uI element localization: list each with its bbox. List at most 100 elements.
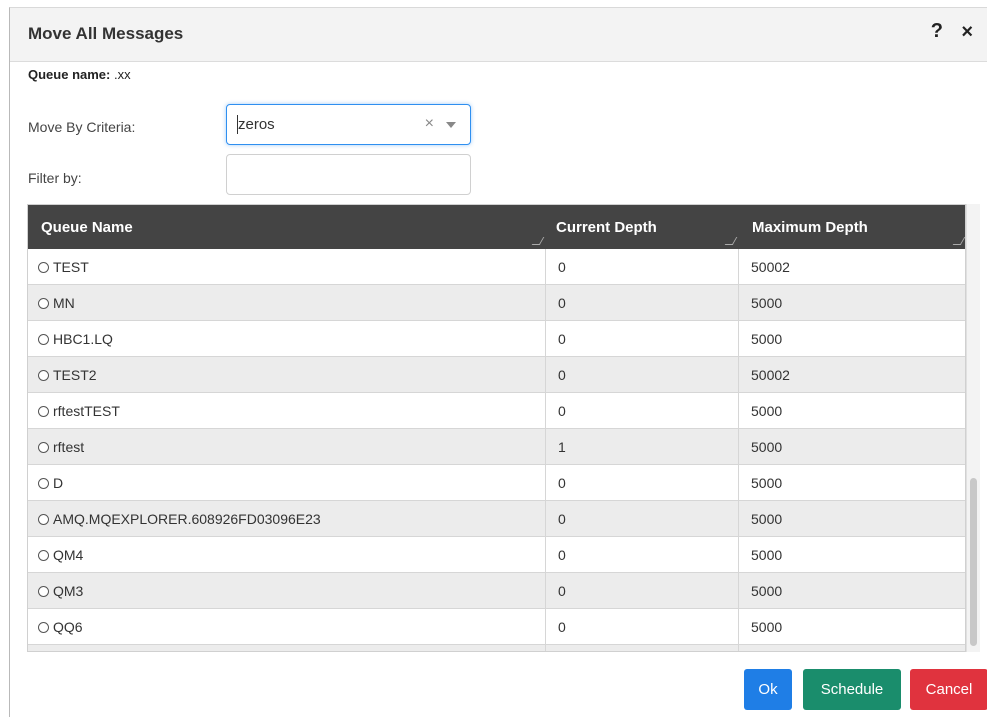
table-row[interactable]: QM4 0 5000 — [28, 537, 965, 573]
cell-current-depth: 0 — [546, 537, 739, 573]
table-row[interactable]: rftest 1 5000 — [28, 429, 965, 465]
close-icon[interactable]: × — [961, 22, 973, 42]
scrollbar-thumb[interactable] — [970, 478, 977, 646]
queue-name-text: AMQ.MQEXPLORER.608926FD03096E23 — [53, 511, 321, 527]
column-title: Queue Name — [41, 219, 133, 236]
cell-queue-name: MN — [28, 285, 546, 321]
cell-maximum-depth: 50002 — [751, 367, 790, 383]
table-row[interactable]: HBC1.LQ 0 5000 — [28, 321, 965, 357]
cell-queue-name — [28, 645, 546, 651]
criteria-value[interactable]: zeros — [238, 116, 275, 133]
dialog-title: Move All Messages — [28, 24, 184, 43]
column-title: Maximum Depth — [752, 219, 868, 236]
cell-queue-name: D — [28, 465, 546, 501]
radio-icon[interactable] — [38, 586, 49, 597]
criteria-combobox[interactable]: zeros × — [226, 104, 471, 145]
cell-current-depth: 0 — [546, 285, 739, 321]
table-row[interactable]: TEST2 0 50002 — [28, 357, 965, 393]
column-title: Current Depth — [556, 219, 657, 236]
radio-icon[interactable] — [38, 406, 49, 417]
column-header-maximum-depth[interactable]: Maximum Depth — [739, 205, 965, 249]
cell-queue-name: QM4 — [28, 537, 546, 573]
radio-icon[interactable] — [38, 514, 49, 525]
queue-name-text: HBC1.LQ — [53, 331, 113, 347]
resize-handle-icon[interactable] — [531, 237, 545, 245]
schedule-button[interactable]: Schedule — [803, 669, 901, 710]
queue-name-text: D — [53, 475, 64, 491]
ok-button[interactable]: Ok — [744, 669, 792, 710]
radio-icon[interactable] — [38, 370, 49, 381]
cell-maximum-depth: 5000 — [751, 583, 783, 599]
cell-current-depth: 0 — [546, 321, 739, 357]
queue-grid: Queue Name Current Depth Maximum Depth T… — [27, 204, 966, 652]
criteria-label: Move By Criteria: — [28, 119, 136, 135]
queue-name-text: QQ6 — [53, 619, 83, 635]
radio-icon[interactable] — [38, 298, 49, 309]
cell-current-depth: 0 — [546, 393, 739, 429]
filter-label: Filter by: — [28, 170, 82, 186]
queue-name-value: .xx — [113, 67, 131, 82]
cell-queue-name: rftest — [28, 429, 546, 465]
cell-maximum-depth: 5000 — [751, 619, 783, 635]
cell-maximum-depth: 5000 — [751, 511, 783, 527]
cell-queue-name: TEST2 — [28, 357, 546, 393]
cell-current-depth: 0 — [546, 609, 739, 645]
table-row[interactable]: MN 0 5000 — [28, 285, 965, 321]
grid-header: Queue Name Current Depth Maximum Depth — [28, 205, 965, 249]
queue-name-label: Queue name: — [28, 67, 111, 82]
dialog-header: Move All Messages ? × — [10, 8, 987, 62]
table-row[interactable]: TEST 0 50002 — [28, 249, 965, 285]
cell-maximum-depth: 5000 — [751, 403, 783, 419]
radio-icon[interactable] — [38, 442, 49, 453]
cell-current-depth: 0 — [546, 249, 739, 285]
resize-handle-icon[interactable] — [952, 237, 965, 245]
cell-maximum-depth: 50002 — [751, 259, 790, 275]
radio-icon[interactable] — [38, 550, 49, 561]
queue-name-text: MN — [53, 295, 75, 311]
queue-name-text: rftest — [53, 439, 85, 455]
cell-maximum-depth: 5000 — [751, 547, 783, 563]
cell-current-depth: 0 — [546, 501, 739, 537]
filter-input[interactable] — [226, 154, 471, 195]
cell-current-depth: 0 — [546, 357, 739, 393]
radio-icon[interactable] — [38, 262, 49, 273]
cell-maximum-depth: 5000 — [751, 331, 783, 347]
radio-icon[interactable] — [38, 478, 49, 489]
column-header-queue-name[interactable]: Queue Name — [28, 205, 546, 249]
cell-queue-name: HBC1.LQ — [28, 321, 546, 357]
cell-queue-name: rftestTEST — [28, 393, 546, 429]
cell-maximum-depth: 5000 — [751, 295, 783, 311]
help-icon[interactable]: ? — [931, 20, 943, 43]
table-row[interactable]: AMQ.MQEXPLORER.608926FD03096E23 0 5000 — [28, 501, 965, 537]
queue-name-line: Queue name: .xx — [28, 67, 131, 82]
table-row[interactable]: QQ6 0 5000 — [28, 609, 965, 645]
table-row[interactable]: rftestTEST 0 5000 — [28, 393, 965, 429]
chevron-down-icon[interactable] — [446, 122, 456, 128]
queue-name-text: QM3 — [53, 583, 84, 599]
cell-queue-name: QM3 — [28, 573, 546, 609]
cell-maximum-depth: 5000 — [751, 475, 783, 491]
clear-icon[interactable]: × — [425, 115, 434, 133]
table-row[interactable]: D 0 5000 — [28, 465, 965, 501]
queue-name-text: TEST — [53, 259, 89, 275]
cell-maximum-depth — [739, 645, 965, 651]
cell-current-depth: 1 — [546, 429, 739, 465]
grid-body: TEST 0 50002 MN 0 5000 HBC1.LQ 0 5000 TEST2 0 50002… — [28, 249, 965, 651]
cell-queue-name: QQ6 — [28, 609, 546, 645]
radio-icon[interactable] — [38, 334, 49, 345]
radio-icon[interactable] — [38, 622, 49, 633]
table-row[interactable] — [28, 645, 965, 651]
queue-name-text: QM4 — [53, 547, 84, 563]
cell-current-depth: 0 — [546, 573, 739, 609]
cell-current-depth: 0 — [546, 465, 739, 501]
cell-queue-name: AMQ.MQEXPLORER.608926FD03096E23 — [28, 501, 546, 537]
queue-name-text: rftestTEST — [53, 403, 120, 419]
resize-handle-icon[interactable] — [724, 237, 738, 245]
column-header-current-depth[interactable]: Current Depth — [546, 205, 739, 249]
cell-maximum-depth: 5000 — [751, 439, 783, 455]
grid-scrollbar[interactable] — [966, 204, 980, 652]
move-all-messages-dialog: Move All Messages ? × Queue name: .xx Mo… — [9, 7, 987, 717]
cancel-button[interactable]: Cancel — [910, 669, 987, 710]
queue-name-text: TEST2 — [53, 367, 97, 383]
table-row[interactable]: QM3 0 5000 — [28, 573, 965, 609]
